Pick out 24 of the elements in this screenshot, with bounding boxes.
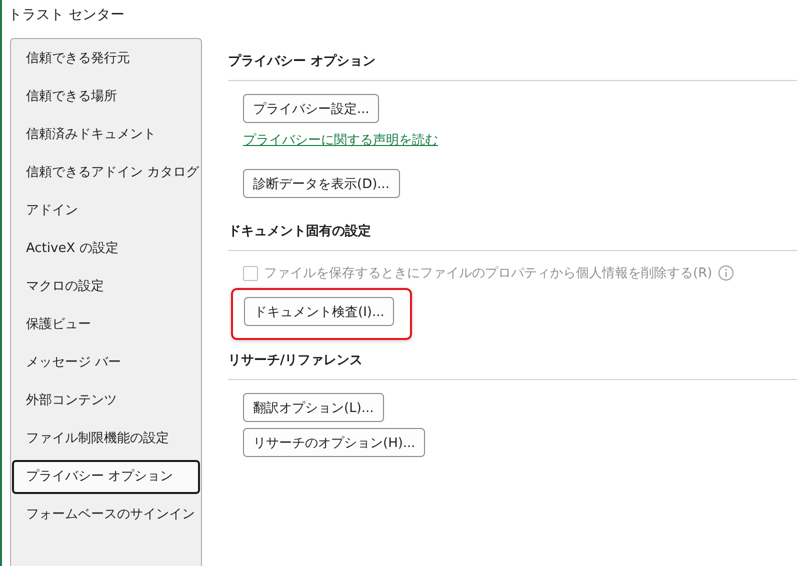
sidebar-item[interactable]: 信頼済みドキュメント [12,118,200,152]
section-heading: リサーチ/リファレンス [228,352,363,370]
sidebar-item[interactable]: ファイル制限機能の設定 [12,422,200,456]
section-heading: プライバシー オプション [228,52,376,71]
dialog-button[interactable]: プライバシー設定... [243,94,380,123]
sidebar-item[interactable]: マクロの設定 [12,270,200,304]
sidebar-item[interactable]: メッセージ バー [12,346,200,380]
sidebar-item[interactable]: 信頼できるアドイン カタログ [12,156,200,190]
dialog-button[interactable]: 翻訳オプション(L)... [243,393,384,422]
sidebar-item[interactable]: 保護ビュー [12,308,200,342]
dialog-button[interactable]: ドキュメント検査(I)... [244,297,394,326]
sidebar-item[interactable]: ActiveX の設定 [12,232,200,266]
section-heading: ドキュメント固有の設定 [228,222,371,241]
dialog-button[interactable]: 診断データを表示(D)... [243,169,400,198]
privacy-link[interactable]: プライバシーに関する声明を読む [243,131,438,149]
sidebar-item[interactable]: フォームベースのサインイン [12,498,200,532]
dialog-button[interactable]: リサーチのオプション(H)... [243,428,426,457]
sidebar-item[interactable]: 信頼できる発行元 [12,42,200,76]
sidebar-item[interactable]: 信頼できる場所 [12,80,200,114]
sidebar-item[interactable]: 外部コンテンツ [12,384,200,418]
sidebar-item[interactable]: アドイン [12,194,200,228]
sidebar-item[interactable]: プライバシー オプション [12,460,200,494]
checkbox-label: ファイルを保存するときにファイルのプロパティから個人情報を削除する(R) [264,265,712,282]
window-title: トラスト センター [7,6,124,25]
